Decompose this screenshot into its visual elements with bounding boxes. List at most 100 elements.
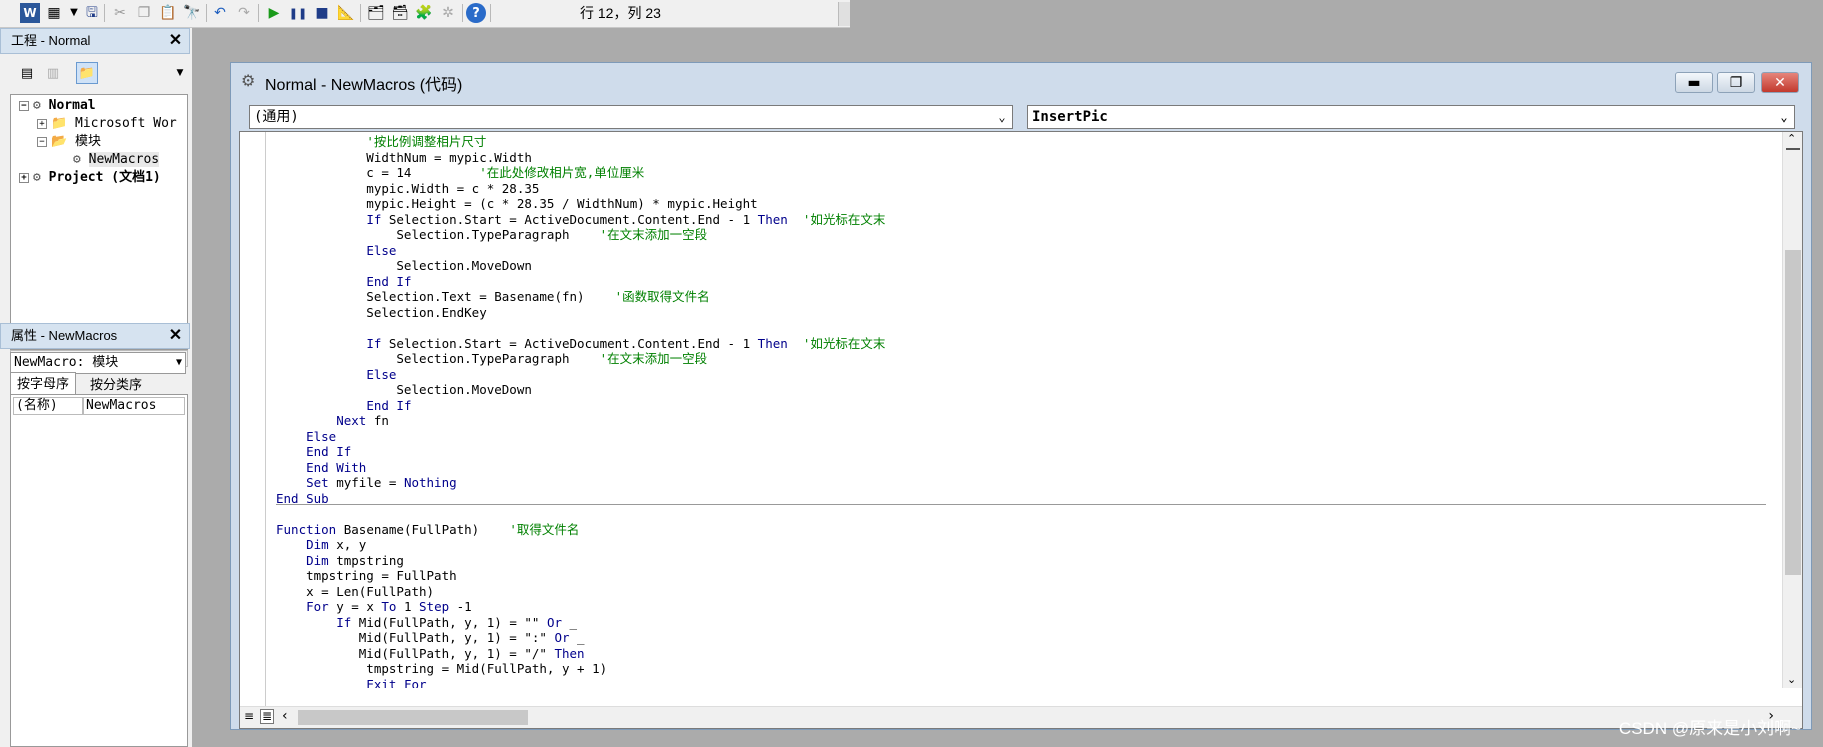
break-icon[interactable]: ❚❚ [288, 3, 308, 23]
help-icon[interactable]: ? [466, 3, 486, 23]
code-line[interactable]: Next fn [276, 413, 389, 428]
view-object-icon[interactable]: ▥ [42, 62, 64, 84]
collapse-icon[interactable]: − [37, 136, 47, 147]
close-button[interactable]: ✕ [1761, 72, 1799, 93]
code-line[interactable]: '按比例调整相片尺寸 [276, 134, 486, 149]
redo-icon[interactable]: ↷ [234, 3, 254, 23]
restore-button[interactable]: ❐ [1717, 72, 1755, 93]
code-line[interactable]: Function Basename(FullPath) '取得文件名 [276, 522, 579, 537]
code-line[interactable]: Dim x, y [276, 537, 366, 552]
code-line[interactable]: Selection.MoveDown [276, 382, 531, 397]
code-line[interactable]: If Mid(FullPath, y, 1) = "" Or _ [276, 615, 577, 630]
property-value[interactable]: NewMacros [83, 397, 185, 415]
code-hscroll[interactable]: ≡ ≣ ‹ › [240, 706, 1802, 728]
code-vscroll[interactable]: ⌃ ⌄ [1782, 132, 1802, 688]
code-line[interactable]: End With [276, 460, 366, 475]
code-line[interactable]: Selection.MoveDown [276, 258, 531, 273]
code-line[interactable]: Exit For [276, 677, 426, 689]
word-icon[interactable]: W [20, 3, 40, 23]
code-window-title: Normal - NewMacros (代码) [265, 77, 463, 94]
collapse-icon[interactable]: − [19, 100, 29, 111]
tree-node-microsoft-word-objects[interactable]: + 📁 Microsoft Wor [37, 115, 177, 133]
code-window-titlebar[interactable]: ⚙ Normal - NewMacros (代码) ▬ ❐ ✕ [231, 63, 1811, 103]
procedure-view-icon[interactable]: ≡ [244, 709, 254, 723]
design-mode-icon[interactable]: 📐 [336, 3, 356, 23]
scroll-thumb[interactable] [1785, 250, 1801, 575]
chevron-down-icon[interactable]: ⌄ [994, 106, 1010, 128]
chevron-down-icon[interactable]: ▼ [176, 353, 182, 373]
code-line[interactable]: Mid(FullPath, y, 1) = ":" Or _ [276, 630, 585, 645]
code-line[interactable]: Else [276, 429, 336, 444]
code-line[interactable]: Selection.TypeParagraph '在文末添加一空段 [276, 227, 707, 242]
expand-icon[interactable]: + [19, 172, 29, 183]
code-line[interactable]: tmpstring = FullPath [276, 568, 457, 583]
code-line[interactable]: mypic.Height = (c * 28.35 / WidthNum) * … [276, 196, 757, 211]
restore-icon: ❐ [1729, 74, 1743, 91]
tab-categorized[interactable]: 按分类序 [84, 374, 148, 396]
full-module-view-icon[interactable]: ≣ [260, 709, 274, 724]
project-icon: ⚙ [33, 98, 41, 113]
code-comment: '在此处修改相片宽,单位厘米 [479, 165, 645, 180]
insert-form-icon[interactable]: ▦ [44, 3, 64, 23]
code-line[interactable]: Selection.TypeParagraph '在文末添加一空段 [276, 351, 707, 366]
tree-node-normal[interactable]: − ⚙ Normal [19, 97, 96, 115]
chevron-down-icon[interactable]: ⌄ [1776, 106, 1792, 128]
run-icon[interactable]: ▶ [264, 3, 284, 23]
project-explorer-icon[interactable]: 🗂 [366, 3, 386, 23]
view-code-icon[interactable]: ▤ [16, 62, 38, 84]
toolbar-grip[interactable] [838, 2, 850, 26]
code-line[interactable]: Mid(FullPath, y, 1) = "/" Then [276, 646, 585, 661]
code-line[interactable]: Dim tmpstring [276, 553, 404, 568]
close-icon[interactable]: ✕ [166, 327, 185, 346]
tree-node-project-document[interactable]: + ⚙ Project (文档1) [19, 169, 161, 187]
code-line[interactable]: mypic.Width = c * 28.35 [276, 181, 539, 196]
code-line[interactable]: WidthNum = mypic.Width [276, 150, 532, 165]
code-line[interactable]: End If [276, 398, 411, 413]
scroll-down-icon[interactable]: ⌄ [1787, 673, 1796, 686]
code-line[interactable]: Set myfile = Nothing [276, 475, 457, 490]
properties-icon[interactable]: 🗃 [390, 3, 410, 23]
code-line[interactable]: End If [276, 274, 411, 289]
code-line[interactable]: tmpstring = Mid(FullPath, y + 1) [276, 661, 607, 676]
reset-icon[interactable]: ■ [312, 3, 332, 23]
code-line[interactable]: x = Len(FullPath) [276, 584, 434, 599]
code-line[interactable]: Else [276, 243, 396, 258]
toggle-folders-icon[interactable]: 📁 [76, 62, 98, 84]
tree-node-modules[interactable]: − 📂 模块 [37, 133, 101, 151]
code-line[interactable]: End If [276, 444, 351, 459]
code-line[interactable]: If Selection.Start = ActiveDocument.Cont… [276, 336, 885, 351]
expand-icon[interactable]: + [37, 118, 47, 129]
dropdown-icon[interactable]: ▼ [64, 3, 84, 23]
code-keyword: For [306, 599, 329, 614]
properties-object-combo[interactable]: NewMacro: 模块 ▼ [10, 352, 186, 374]
split-bar[interactable] [1786, 148, 1800, 150]
code-line[interactable]: Selection.Text = Basename(fn) '函数取得文件名 [276, 289, 709, 304]
object-browser-icon[interactable]: 🧩 [414, 3, 434, 23]
code-editor[interactable]: '按比例调整相片尺寸 WidthNum = mypic.Width c = 14… [239, 131, 1803, 729]
tab-alphabetic[interactable]: 按字母序 [10, 372, 77, 394]
scroll-up-icon[interactable]: ⌃ [1787, 132, 1796, 145]
save-icon[interactable]: 🖫 [82, 3, 102, 23]
procedure-combo[interactable]: InsertPic ⌄ [1027, 105, 1795, 129]
find-icon[interactable]: 🔭 [182, 3, 202, 23]
copy-icon[interactable]: ❐ [134, 3, 154, 23]
minimize-button[interactable]: ▬ [1675, 72, 1713, 93]
tree-node-newmacros[interactable]: ⚙ NewMacros [73, 151, 160, 169]
toolbar-chevron-icon[interactable]: ▼ [172, 62, 188, 84]
code-line[interactable]: Selection.EndKey [276, 305, 486, 320]
scroll-left-icon[interactable]: ‹ [282, 708, 288, 724]
code-text-area[interactable]: '按比例调整相片尺寸 WidthNum = mypic.Width c = 14… [276, 132, 1766, 688]
object-combo[interactable]: (通用) ⌄ [249, 105, 1013, 129]
margin-indicator-bar[interactable] [240, 132, 266, 728]
code-line[interactable]: c = 14 '在此处修改相片宽,单位厘米 [276, 165, 644, 180]
code-line[interactable]: Else [276, 367, 396, 382]
cut-icon[interactable]: ✂ [110, 3, 130, 23]
scroll-thumb[interactable] [298, 710, 528, 725]
close-icon[interactable]: ✕ [166, 32, 185, 51]
toolbox-icon[interactable]: ✲ [438, 3, 458, 23]
undo-icon[interactable]: ↶ [210, 3, 230, 23]
paste-icon[interactable]: 📋 [158, 3, 178, 23]
code-line[interactable]: For y = x To 1 Step -1 [276, 599, 472, 614]
code-line[interactable]: If Selection.Start = ActiveDocument.Cont… [276, 212, 885, 227]
